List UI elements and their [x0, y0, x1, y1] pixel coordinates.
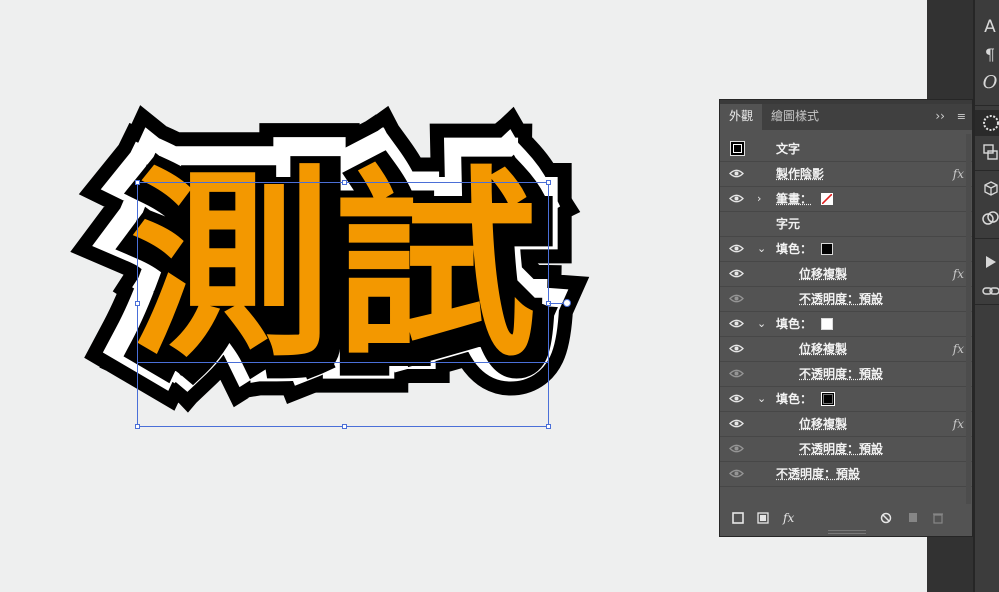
- dock-separator: [975, 170, 999, 171]
- selection-handle[interactable]: [135, 180, 140, 185]
- fill-swatch[interactable]: [821, 392, 835, 406]
- row-label[interactable]: 筆畫：: [776, 187, 812, 211]
- fx-icon[interactable]: fx: [953, 337, 964, 361]
- selection-handle[interactable]: [546, 180, 551, 185]
- transform-icon[interactable]: [983, 143, 999, 165]
- row-label[interactable]: 位移複製: [799, 337, 847, 361]
- character-icon[interactable]: A: [981, 18, 999, 36]
- appearance-row-effect[interactable]: 位移複製 fx: [720, 412, 972, 437]
- row-label[interactable]: 不透明度：預設: [776, 462, 860, 486]
- row-label: 填色：: [776, 387, 812, 411]
- trash-icon: [932, 506, 944, 538]
- text-out-port[interactable]: [549, 303, 563, 304]
- row-label[interactable]: 不透明度：預設: [799, 437, 883, 461]
- appearance-row-effect[interactable]: 位移複製 fx: [720, 262, 972, 287]
- add-new-effect-icon[interactable]: fx: [783, 506, 794, 530]
- selection-handle[interactable]: [135, 301, 140, 306]
- row-label[interactable]: 位移複製: [799, 262, 847, 286]
- dock-separator: [975, 105, 999, 106]
- visibility-eye-icon[interactable]: [729, 243, 744, 254]
- chevron-down-icon[interactable]: ⌄: [757, 312, 766, 336]
- tab-appearance[interactable]: 外觀: [720, 104, 762, 130]
- appearance-row-opacity[interactable]: 不透明度：預設: [720, 287, 972, 312]
- object-thumbnail-icon: [730, 141, 745, 156]
- row-label: 字元: [776, 212, 800, 236]
- clear-appearance-icon[interactable]: [880, 506, 892, 538]
- visibility-eye-icon[interactable]: [729, 168, 744, 179]
- dock-separator: [975, 304, 999, 305]
- visibility-eye-icon[interactable]: [729, 193, 744, 204]
- appearance-row-object[interactable]: 文字: [720, 137, 972, 162]
- row-label: 填色：: [776, 312, 812, 336]
- appearance-icon[interactable]: [975, 110, 999, 136]
- fx-icon[interactable]: fx: [953, 262, 964, 286]
- visibility-eye-icon[interactable]: [729, 443, 744, 454]
- row-label[interactable]: 不透明度：預設: [799, 287, 883, 311]
- opentype-icon[interactable]: O: [981, 74, 999, 92]
- chevron-right-icon[interactable]: ›: [757, 187, 761, 211]
- dock-separator: [975, 238, 999, 239]
- appearance-row-effect[interactable]: 製作陰影 fx: [720, 162, 972, 187]
- collapse-icon[interactable]: ››: [935, 109, 945, 123]
- visibility-eye-icon[interactable]: [729, 343, 744, 354]
- appearance-row-opacity[interactable]: 不透明度：預設: [720, 437, 972, 462]
- row-label: 填色：: [776, 237, 812, 261]
- chevron-down-icon[interactable]: ⌄: [757, 387, 766, 411]
- panel-tabs: 外觀 繪圖樣式 ›› ≡: [720, 104, 972, 130]
- add-new-fill-icon[interactable]: [757, 506, 769, 538]
- visibility-eye-icon[interactable]: [729, 268, 744, 279]
- fx-icon[interactable]: fx: [953, 162, 964, 186]
- add-new-stroke-icon[interactable]: [732, 506, 744, 538]
- selection-handle[interactable]: [135, 424, 140, 429]
- links-icon[interactable]: [982, 282, 999, 301]
- appearance-row-characters[interactable]: 字元: [720, 212, 972, 237]
- row-label: 文字: [776, 137, 800, 161]
- appearance-row-effect[interactable]: 位移複製 fx: [720, 337, 972, 362]
- visibility-eye-icon[interactable]: [729, 468, 744, 479]
- row-label[interactable]: 位移複製: [799, 412, 847, 436]
- fx-icon[interactable]: fx: [953, 412, 964, 436]
- fill-swatch[interactable]: [821, 318, 833, 330]
- panel-scrollbar[interactable]: [966, 134, 971, 504]
- selection-handle[interactable]: [342, 424, 347, 429]
- visibility-eye-icon[interactable]: [729, 318, 744, 329]
- visibility-eye-icon[interactable]: [729, 293, 744, 304]
- selection-handle[interactable]: [342, 180, 347, 185]
- paragraph-icon[interactable]: ¶: [981, 46, 999, 64]
- visibility-eye-icon[interactable]: [729, 418, 744, 429]
- stroke-none-swatch[interactable]: [821, 193, 833, 205]
- libraries-icon[interactable]: [982, 210, 999, 230]
- appearance-row-fill[interactable]: ⌄ 填色：: [720, 312, 972, 337]
- row-label[interactable]: 製作陰影: [776, 162, 824, 186]
- appearance-row-stroke[interactable]: › 筆畫：: [720, 187, 972, 212]
- chevron-down-icon[interactable]: ⌄: [757, 237, 766, 261]
- panel-controls: ›› ≡: [935, 104, 966, 130]
- appearance-panel: 外觀 繪圖樣式 ›› ≡ 文字 製作陰影 fx › 筆畫： 字元 ⌄ 填色： 位…: [719, 99, 973, 537]
- appearance-row-fill[interactable]: ⌄ 填色：: [720, 387, 972, 412]
- panel-menu-icon[interactable]: ≡: [957, 110, 966, 123]
- duplicate-item-icon: [907, 506, 919, 538]
- visibility-eye-icon[interactable]: [729, 393, 744, 404]
- fill-swatch[interactable]: [821, 243, 833, 255]
- appearance-row-opacity[interactable]: 不透明度：預設: [720, 462, 972, 487]
- selection-handle[interactable]: [546, 424, 551, 429]
- panel-footer: fx: [720, 506, 972, 530]
- visibility-eye-icon[interactable]: [729, 368, 744, 379]
- tab-graphic-styles[interactable]: 繪圖樣式: [762, 104, 828, 130]
- selection-bounding-box[interactable]: [137, 182, 549, 427]
- row-label[interactable]: 不透明度：預設: [799, 362, 883, 386]
- actions-icon[interactable]: [985, 254, 997, 273]
- text-baseline: [137, 362, 549, 363]
- text-out-port-circle[interactable]: [563, 299, 571, 307]
- appearance-row-fill[interactable]: ⌄ 填色：: [720, 237, 972, 262]
- panel-icon-dock: A ¶ O: [975, 0, 999, 592]
- appearance-row-opacity[interactable]: 不透明度：預設: [720, 362, 972, 387]
- 3d-icon[interactable]: [983, 180, 999, 202]
- panel-resize-grip[interactable]: [828, 530, 866, 534]
